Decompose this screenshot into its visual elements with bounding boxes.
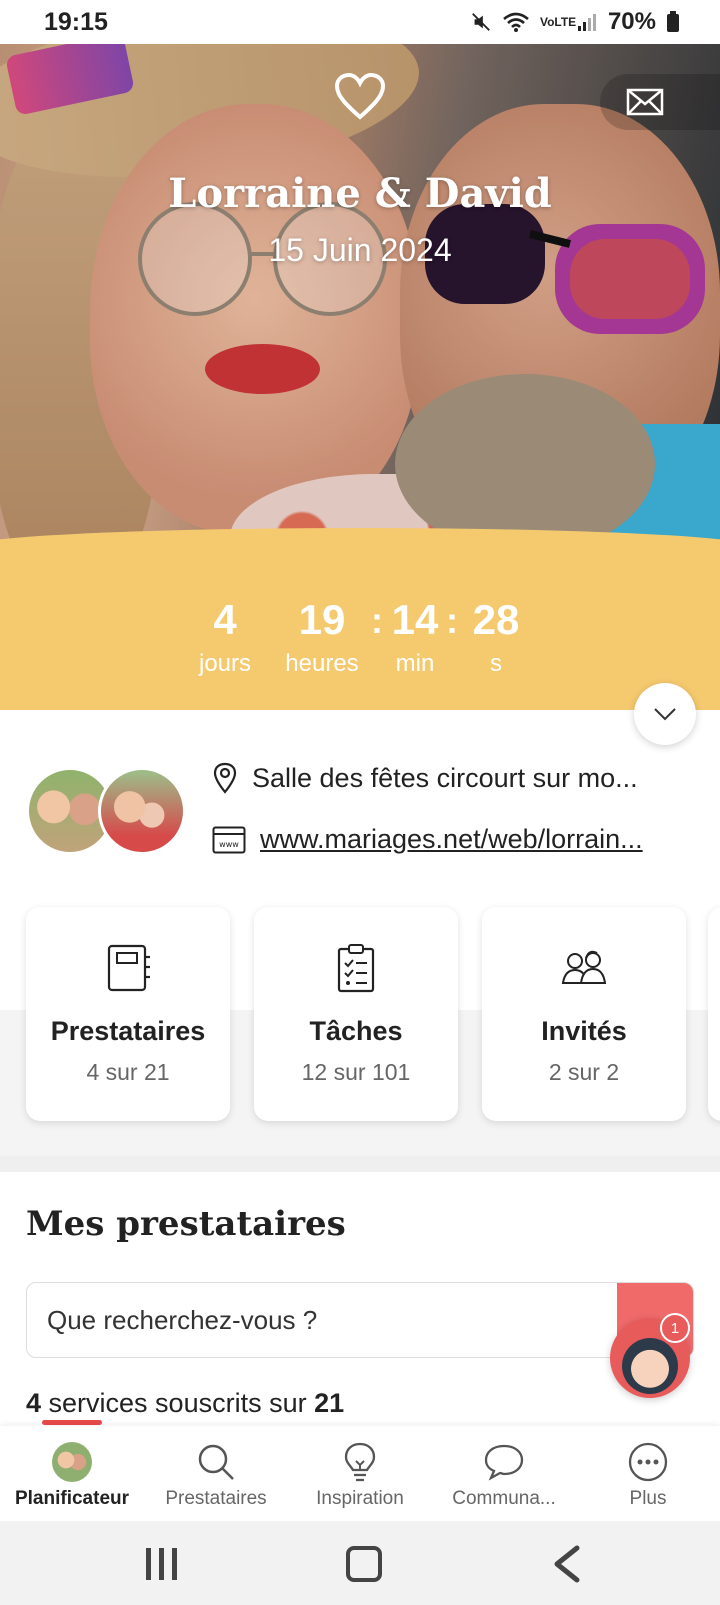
nav-label: Prestataires [165,1488,267,1509]
svg-text:www: www [219,840,239,849]
nav-label: Planificateur [14,1488,130,1509]
lightbulb-icon [344,1442,376,1482]
section-title: Mes prestataires [26,1204,346,1244]
website-link[interactable]: www.mariages.net/web/lorrain... [260,824,643,855]
chat-bubble-icon [484,1444,524,1481]
clipboard-checklist-icon [337,944,375,993]
guests-icon [561,950,607,984]
home-button[interactable] [334,1539,394,1589]
location-pin-icon [213,762,237,794]
bottom-navigation: Planificateur Prestataires Inspiration C… [0,1426,720,1521]
system-navigation-bar [0,1521,720,1605]
notification-badge: 1 [660,1313,690,1343]
heart-icon[interactable] [334,73,386,121]
wedding-date: 15 Juin 2024 [268,232,452,268]
nav-planificateur[interactable]: Planificateur [0,1426,144,1521]
nav-communaute[interactable]: Communa... [432,1426,576,1521]
assistant-avatar [622,1338,678,1394]
divider [0,1156,720,1172]
status-icons: VoLTE 70% [470,8,680,36]
location-row[interactable]: Salle des fêtes circourt sur mo... [212,762,692,794]
notebook-icon [107,944,150,992]
search-icon [198,1444,234,1480]
nav-plus[interactable]: Plus [576,1426,720,1521]
battery-level: 70% [607,8,656,35]
nav-label: Communa... [452,1488,556,1509]
recent-apps-icon [146,1548,177,1580]
back-button[interactable] [536,1539,596,1589]
nav-label: Inspiration [316,1488,404,1509]
services-count: 4 services souscrits sur 21 [26,1388,345,1418]
status-time: 19:15 [44,7,108,36]
status-bar: 19:15 VoLTE 70% [0,0,720,44]
card-prestataires[interactable]: Prestataires 4 sur 21 [26,907,230,1121]
card-title: Prestataires [50,1016,206,1046]
avatar [52,1442,92,1482]
nav-label: Plus [629,1488,667,1509]
wifi-icon [503,12,529,32]
nav-prestataires[interactable]: Prestataires [144,1426,288,1521]
signal-icon [577,14,596,31]
search-input[interactable]: Que recherchez-vous ? [26,1282,694,1358]
back-icon [554,1545,580,1583]
countdown-minutes: 14 min [391,596,439,677]
countdown-days: 4 jours [198,596,252,677]
expand-button[interactable] [634,683,696,745]
location-text: Salle des fêtes circourt sur mo... [252,762,638,793]
mail-icon [626,88,664,116]
search-placeholder: Que recherchez-vous ? [47,1304,318,1335]
card-count: 4 sur 21 [86,1059,170,1085]
countdown-hours: 19 heures [285,596,359,677]
couple-avatars[interactable] [26,767,186,857]
card-title: Invités [541,1016,627,1046]
card-title: Tâches [309,1016,403,1046]
avatar [98,767,186,855]
countdown: 4 jours 19 heures : 14 min : 28 s [0,528,720,710]
recent-apps-button[interactable] [132,1539,192,1589]
mute-icon [472,13,490,31]
more-icon [628,1442,668,1482]
card-count: 2 sur 2 [548,1059,620,1085]
countdown-seconds: 28 s [472,596,520,677]
nav-inspiration[interactable]: Inspiration [288,1426,432,1521]
battery-icon [667,11,679,32]
card-taches[interactable]: Tâches 12 sur 101 [254,907,458,1121]
network-type: VoLTE [539,15,577,29]
website-icon: www [212,826,246,853]
card-next-partial[interactable] [708,907,720,1121]
card-count: 12 sur 101 [301,1059,411,1085]
card-invites[interactable]: Invités 2 sur 2 [482,907,686,1121]
website-row[interactable]: www www.mariages.net/web/lorrain... [212,824,692,855]
home-icon [346,1546,382,1582]
scroll-indicator [42,1420,102,1425]
message-button[interactable] [600,74,720,130]
couple-name: Lorraine & David [168,170,552,217]
chevron-down-icon [654,708,676,721]
